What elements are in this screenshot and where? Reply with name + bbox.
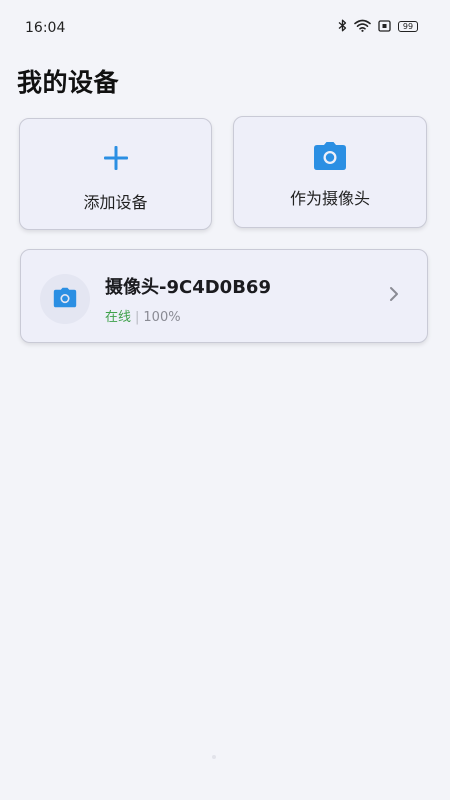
- chevron-right-icon: [389, 286, 399, 306]
- add-device-label: 添加设备: [83, 193, 148, 212]
- device-name: 摄像头-9C4D0B69: [105, 277, 271, 298]
- camera-icon: [313, 141, 347, 171]
- device-item[interactable]: 摄像头-9C4D0B69 在线 | 100%: [20, 249, 428, 343]
- bluetooth-icon: [338, 17, 347, 36]
- status-icons: 99: [338, 17, 418, 36]
- add-device-button[interactable]: 添加设备: [19, 118, 212, 230]
- wifi-icon: [354, 17, 371, 36]
- device-meta: 在线 | 100%: [105, 306, 181, 325]
- page-title: 我的设备: [17, 68, 120, 97]
- device-separator: |: [135, 310, 140, 325]
- camera-icon: [53, 287, 77, 312]
- device-status: 在线: [105, 310, 132, 325]
- status-bar: 16:04 99: [0, 0, 450, 48]
- status-time: 16:04: [25, 20, 66, 36]
- home-indicator: [212, 755, 216, 759]
- device-avatar: [40, 274, 90, 324]
- plus-icon: [103, 143, 129, 173]
- use-as-camera-label: 作为摄像头: [289, 189, 370, 208]
- notification-icon: [378, 17, 391, 36]
- battery-icon: 99: [398, 21, 418, 32]
- device-battery: 100%: [143, 310, 181, 325]
- use-as-camera-button[interactable]: 作为摄像头: [233, 116, 427, 228]
